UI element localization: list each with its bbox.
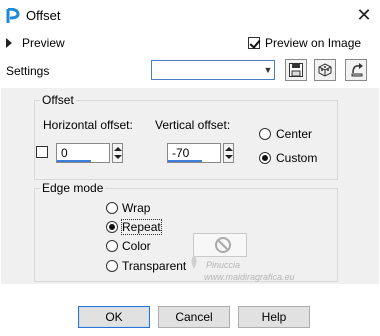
vertical-offset-spinner[interactable] — [223, 143, 234, 163]
chevron-down-icon[interactable]: ▼ — [262, 61, 274, 79]
repeat-radio-label[interactable]: Repeat — [121, 219, 162, 235]
preview-on-image-label[interactable]: Preview on Image — [265, 36, 361, 50]
reset-button[interactable] — [345, 59, 367, 81]
save-preset-icon — [289, 63, 303, 77]
vertical-offset-label: Vertical offset: — [155, 118, 231, 132]
link-offsets-checkbox[interactable] — [36, 146, 48, 158]
preview-toggle[interactable]: Preview — [22, 36, 65, 50]
edge-mode-group-label: Edge mode — [40, 181, 106, 195]
title-bar: Offset ✕ — [0, 0, 380, 32]
custom-radio-label[interactable]: Custom — [276, 151, 317, 165]
help-button[interactable]: Help — [238, 306, 310, 328]
presets-button[interactable] — [314, 59, 336, 81]
preview-on-image-checkbox[interactable] — [248, 37, 260, 49]
reset-icon — [351, 63, 363, 77]
window-title: Offset — [26, 8, 61, 23]
save-preset-button[interactable] — [285, 59, 307, 81]
horizontal-offset-underline — [57, 160, 91, 162]
center-radio[interactable] — [259, 128, 271, 140]
color-radio[interactable] — [106, 240, 118, 252]
horizontal-offset-spinner[interactable] — [112, 143, 123, 163]
center-radio-label[interactable]: Center — [276, 127, 312, 141]
watermark-logo-icon — [186, 254, 202, 273]
arrow-down-icon[interactable] — [114, 155, 122, 159]
transparent-radio[interactable] — [106, 260, 118, 272]
offset-group-label: Offset — [40, 93, 76, 107]
watermark-name: Pinuccia — [206, 260, 241, 270]
transparent-radio-label[interactable]: Transparent — [122, 259, 186, 273]
settings-label: Settings — [6, 64, 50, 78]
watermark-site: www.maidiragrafica.eu — [204, 272, 295, 282]
horizontal-offset-label: Horizontal offset: — [43, 118, 133, 132]
app-logo-icon — [6, 7, 20, 24]
arrow-down-icon[interactable] — [225, 155, 233, 159]
repeat-radio[interactable] — [106, 221, 118, 233]
arrow-up-icon[interactable] — [114, 147, 122, 151]
presets-cube-icon — [318, 63, 332, 77]
cancel-button[interactable]: Cancel — [158, 306, 230, 328]
wrap-radio-label[interactable]: Wrap — [122, 201, 150, 215]
expand-arrow-icon[interactable] — [6, 38, 12, 48]
wrap-radio[interactable] — [106, 202, 118, 214]
custom-radio[interactable] — [259, 152, 271, 164]
arrow-up-icon[interactable] — [225, 147, 233, 151]
no-color-icon — [215, 237, 231, 253]
vertical-offset-underline — [168, 160, 202, 162]
color-radio-label[interactable]: Color — [122, 239, 151, 253]
close-icon[interactable]: ✕ — [354, 5, 374, 25]
settings-dropdown[interactable] — [151, 60, 275, 80]
ok-button[interactable]: OK — [78, 306, 150, 328]
